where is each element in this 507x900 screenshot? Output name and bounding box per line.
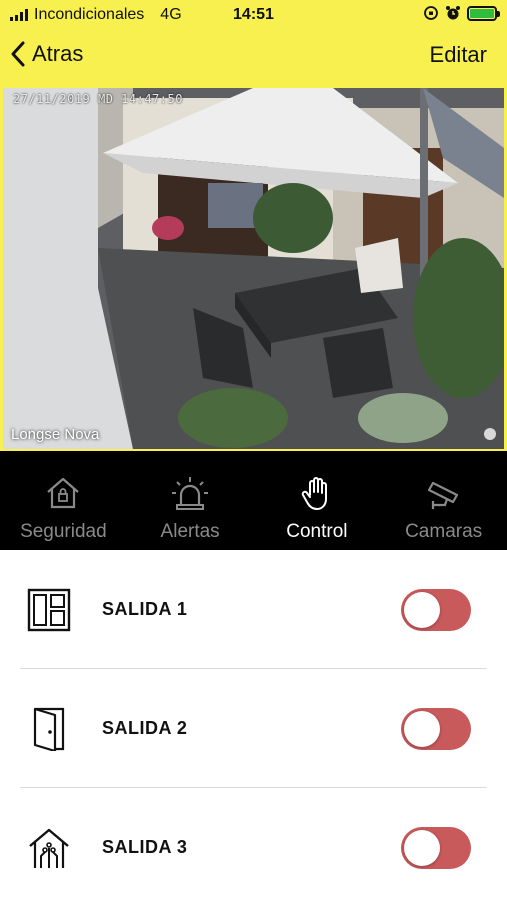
output-label: SALIDA 2	[102, 718, 188, 738]
window-panel-icon	[27, 588, 71, 632]
door-icon	[33, 707, 65, 751]
tab-label: Alertas	[160, 521, 220, 542]
page-indicator-dot	[484, 428, 496, 440]
output-toggle[interactable]	[401, 589, 471, 631]
camera-timestamp: 27/11/2019 MD 14:47:50	[13, 92, 183, 106]
header: Incondicionales 4G 14:51 Atras Editar	[0, 0, 507, 88]
siren-icon	[172, 477, 209, 510]
tab-camaras[interactable]: Camaras	[380, 451, 507, 550]
output-toggle[interactable]	[401, 827, 471, 869]
camera-image	[3, 88, 504, 449]
navigation-bar: Atras Editar	[0, 30, 507, 88]
status-right	[423, 5, 500, 21]
tab-label: Camaras	[405, 521, 483, 542]
list-item-salida-1: SALIDA 1	[0, 550, 507, 669]
tab-bar: Seguridad Alertas Control Camaras	[0, 451, 507, 550]
edit-button[interactable]: Editar	[430, 42, 487, 68]
output-list: SALIDA 1 SALIDA 2 SALIDA 3	[0, 550, 507, 900]
output-label: SALIDA 1	[102, 599, 188, 619]
house-lock-icon	[47, 477, 80, 509]
camera-feed[interactable]: 27/11/2019 MD 14:47:50 Longse Nova	[0, 88, 507, 451]
status-bar: Incondicionales 4G 14:51	[0, 0, 507, 30]
output-label: SALIDA 3	[102, 837, 188, 857]
tab-seguridad[interactable]: Seguridad	[0, 451, 127, 550]
tab-alertas[interactable]: Alertas	[127, 451, 254, 550]
back-label: Atras	[32, 41, 84, 66]
security-camera-icon	[427, 481, 458, 509]
hand-icon	[301, 477, 327, 510]
smart-home-icon	[29, 828, 69, 868]
orientation-lock-icon	[424, 6, 438, 20]
list-item-salida-3: SALIDA 3	[0, 788, 507, 900]
tab-label: Seguridad	[20, 521, 107, 542]
back-button[interactable]: Atras	[10, 40, 83, 68]
tab-label: Control	[286, 521, 348, 542]
list-item-salida-2: SALIDA 2	[0, 669, 507, 788]
chevron-left-icon	[11, 41, 25, 67]
output-toggle[interactable]	[401, 708, 471, 750]
battery-icon	[467, 5, 500, 21]
alarm-clock-icon	[446, 6, 460, 20]
app-screen: Incondicionales 4G 14:51 Atras Editar 27…	[0, 0, 507, 900]
tab-control[interactable]: Control	[254, 451, 381, 550]
camera-name: Longse Nova	[11, 426, 100, 443]
